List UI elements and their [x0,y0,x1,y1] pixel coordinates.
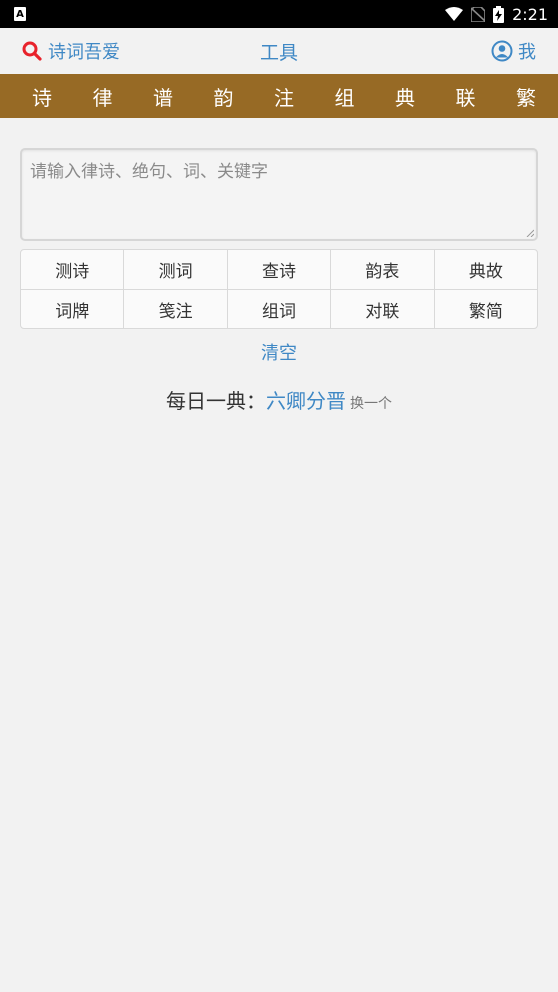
nav-item-dian[interactable]: 典 [385,82,425,111]
status-bar: A 2:21 [0,0,558,28]
nav-item-zu[interactable]: 组 [325,82,365,111]
no-sim-icon [471,6,486,22]
page-title: 工具 [259,41,298,64]
resize-grip-icon[interactable] [526,229,534,237]
battery-charging-icon [493,5,505,23]
nav-item-yun[interactable]: 韵 [204,82,244,111]
status-time: 2:21 [512,4,548,24]
clear-button[interactable]: 清空 [0,339,558,365]
search-input[interactable] [22,150,536,239]
tool-compose-words-button[interactable]: 组词 [226,290,330,328]
wifi-icon [445,7,464,21]
app-header: 诗词吾爱 工具 我 [0,28,558,74]
tool-nav-bar: 诗 律 谱 韵 注 组 典 联 繁 [0,74,558,118]
daily-term-link[interactable]: 六卿分晋 [266,389,346,413]
nav-item-lv[interactable]: 律 [83,82,123,111]
profile-button[interactable]: 我 [491,38,536,64]
tool-allusion-button[interactable]: 典故 [433,250,537,289]
profile-label: 我 [518,42,536,63]
tool-grid: 测诗 测词 查诗 韵表 典故 词牌 笺注 组词 对联 繁简 [20,249,538,329]
tool-row: 测诗 测词 查诗 韵表 典故 [21,250,537,289]
tool-couplet-button[interactable]: 对联 [330,290,433,328]
tool-search-poem-button[interactable]: 查诗 [226,250,330,289]
daily-label: 每日一典： [166,389,266,413]
user-icon [491,40,513,62]
search-button[interactable]: 诗词吾爱 [22,38,120,64]
tool-traditional-simplified-button[interactable]: 繁简 [433,290,537,328]
notification-a-icon: A [14,7,26,21]
search-icon [22,41,42,61]
nav-item-shi[interactable]: 诗 [22,82,62,111]
tool-test-ci-button[interactable]: 测词 [123,250,226,289]
tool-test-poem-button[interactable]: 测诗 [21,250,123,289]
tool-cipai-button[interactable]: 词牌 [21,290,123,328]
tool-rhyme-table-button[interactable]: 韵表 [330,250,433,289]
tool-row: 词牌 笺注 组词 对联 繁简 [21,289,537,328]
nav-item-pu[interactable]: 谱 [143,82,183,111]
nav-item-zhu[interactable]: 注 [264,82,304,111]
swap-button[interactable]: 换一个 [350,396,392,412]
daily-allusion: 每日一典：六卿分晋 换一个 [0,385,558,414]
app-name: 诗词吾爱 [48,42,120,63]
nav-item-lian[interactable]: 联 [446,82,486,111]
tool-annotation-button[interactable]: 笺注 [123,290,226,328]
nav-item-fan[interactable]: 繁 [506,82,546,111]
search-box [20,148,538,241]
